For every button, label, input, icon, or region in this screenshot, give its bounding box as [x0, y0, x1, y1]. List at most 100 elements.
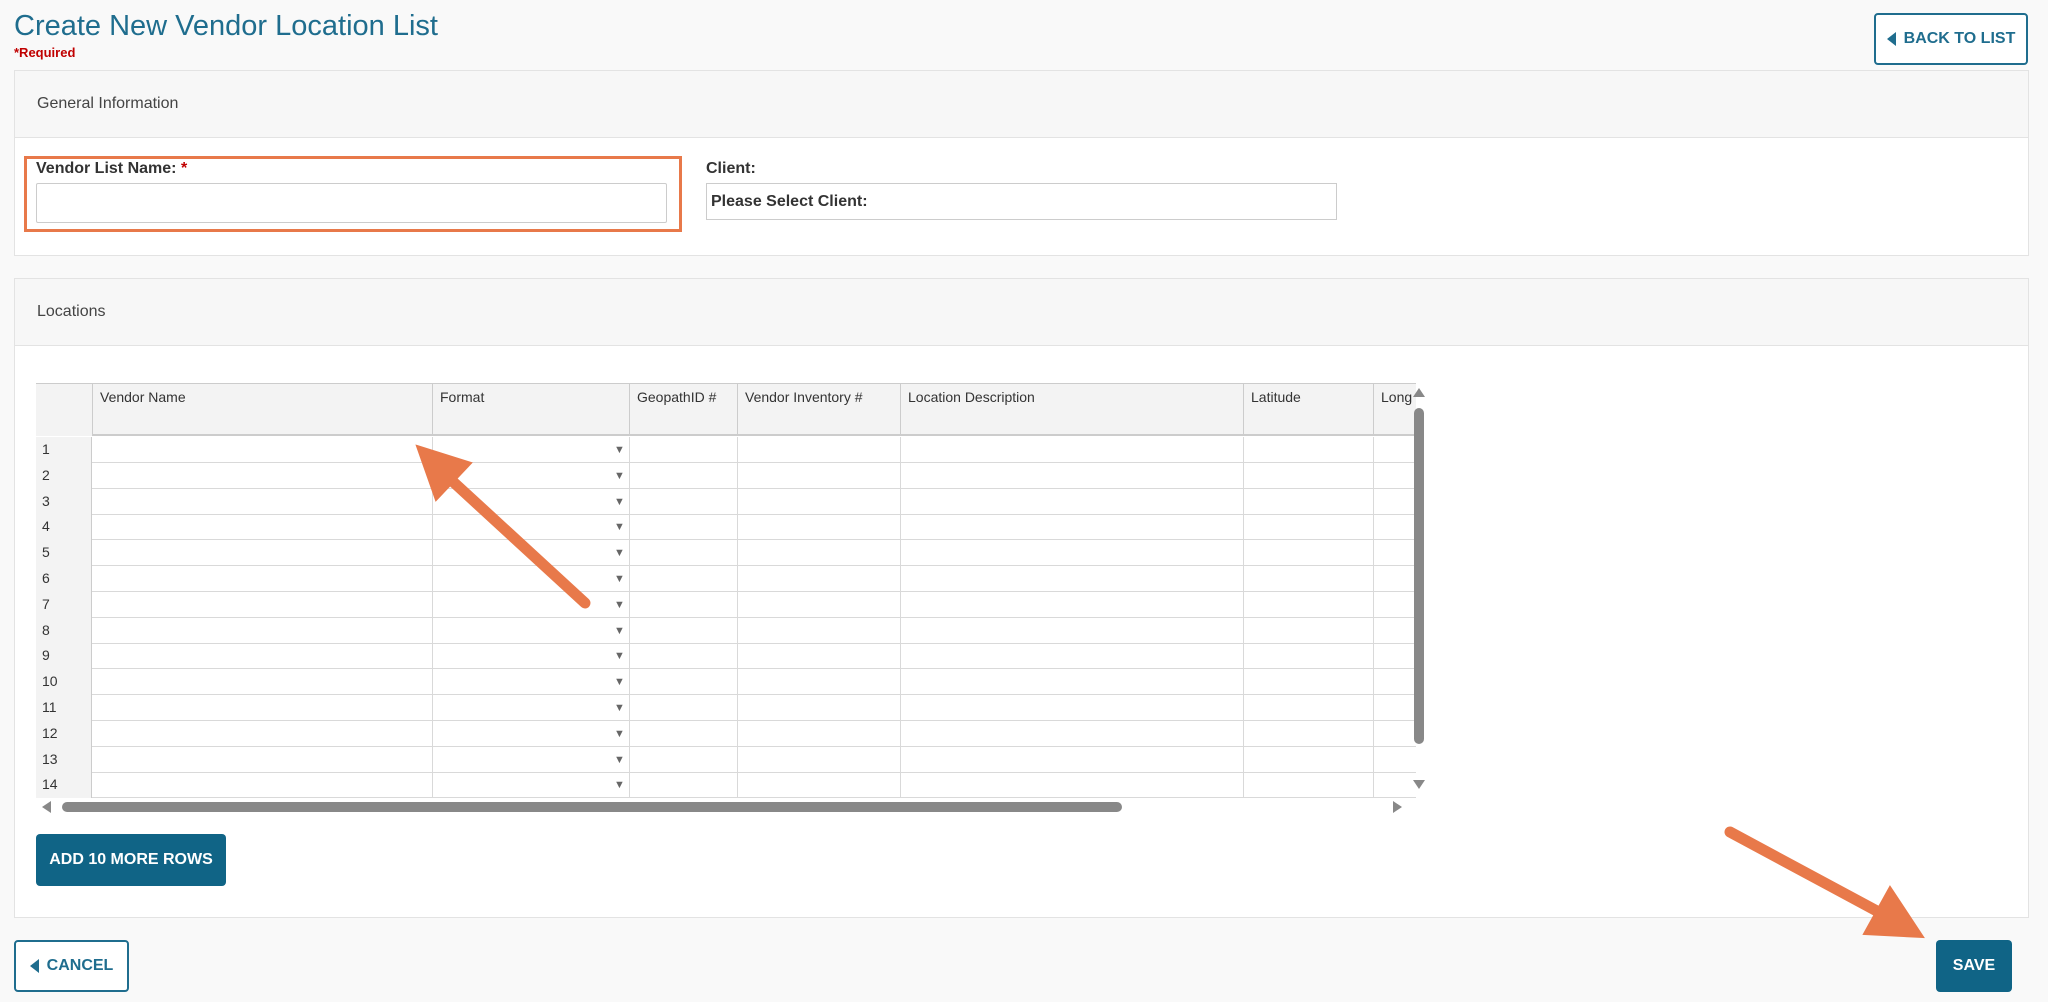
grid-cell[interactable]	[1374, 747, 1428, 773]
grid-cell[interactable]	[738, 746, 901, 773]
grid-cell[interactable]: ▼	[433, 720, 630, 747]
grid-cell[interactable]: ▼	[433, 591, 630, 618]
grid-cell[interactable]: ▼	[433, 488, 630, 515]
grid-cell[interactable]	[93, 669, 433, 696]
grid-cell[interactable]	[630, 566, 738, 592]
grid-cell[interactable]	[738, 437, 901, 463]
grid-cell[interactable]	[93, 540, 433, 567]
dropdown-arrow-icon[interactable]: ▼	[614, 540, 625, 566]
grid-cell[interactable]	[738, 617, 901, 644]
grid-cell[interactable]	[630, 514, 738, 541]
grid-cell[interactable]: ▼	[433, 437, 630, 463]
grid-cell[interactable]	[93, 462, 433, 489]
scroll-up-icon[interactable]	[1413, 388, 1425, 397]
grid-cell[interactable]	[738, 772, 901, 799]
grid-cell[interactable]	[93, 514, 433, 541]
grid-cell[interactable]	[630, 437, 738, 463]
grid-cell[interactable]	[1244, 591, 1374, 618]
grid-cell[interactable]	[901, 437, 1244, 463]
grid-cell[interactable]	[901, 540, 1244, 567]
vendor-list-name-input[interactable]	[36, 183, 667, 223]
grid-cell[interactable]	[901, 746, 1244, 773]
grid-cell[interactable]	[1244, 462, 1374, 489]
column-header-vendor-name[interactable]: Vendor Name	[93, 384, 433, 436]
back-to-list-button[interactable]: BACK TO LIST	[1874, 13, 2028, 65]
column-header-geopath-id[interactable]: GeopathID #	[630, 384, 738, 436]
grid-cell[interactable]	[901, 669, 1244, 696]
dropdown-arrow-icon[interactable]: ▼	[614, 592, 625, 618]
cancel-button[interactable]: CANCEL	[14, 940, 129, 992]
grid-cell[interactable]	[630, 462, 738, 489]
column-header-vendor-inventory[interactable]: Vendor Inventory #	[738, 384, 901, 436]
grid-cell[interactable]	[901, 643, 1244, 670]
grid-cell[interactable]	[901, 462, 1244, 489]
scroll-right-icon[interactable]	[1393, 801, 1402, 813]
grid-cell[interactable]: ▼	[433, 514, 630, 541]
save-button[interactable]: SAVE	[1936, 940, 2012, 992]
grid-cell[interactable]	[901, 566, 1244, 592]
column-header-format[interactable]: Format	[433, 384, 630, 436]
dropdown-arrow-icon[interactable]: ▼	[614, 489, 625, 515]
grid-cell[interactable]	[93, 695, 433, 721]
grid-cell[interactable]	[630, 488, 738, 515]
grid-cell[interactable]	[1244, 540, 1374, 567]
grid-cell[interactable]	[901, 488, 1244, 515]
dropdown-arrow-icon[interactable]: ▼	[614, 747, 625, 773]
grid-cell[interactable]	[630, 772, 738, 799]
grid-cell[interactable]	[738, 695, 901, 721]
grid-cell[interactable]	[630, 591, 738, 618]
grid-cell[interactable]	[738, 462, 901, 489]
grid-cell[interactable]	[1244, 746, 1374, 773]
column-header-latitude[interactable]: Latitude	[1244, 384, 1374, 436]
grid-cell[interactable]	[93, 720, 433, 747]
grid-cell[interactable]	[738, 514, 901, 541]
grid-cell[interactable]	[1244, 437, 1374, 463]
grid-cell[interactable]	[1244, 514, 1374, 541]
grid-cell[interactable]	[630, 643, 738, 670]
grid-cell[interactable]: ▼	[433, 540, 630, 567]
grid-cell[interactable]	[630, 540, 738, 567]
grid-cell[interactable]	[93, 566, 433, 592]
grid-cell[interactable]: ▼	[433, 772, 630, 799]
grid-cell[interactable]	[93, 643, 433, 670]
grid-cell[interactable]	[901, 720, 1244, 747]
add-10-more-rows-button[interactable]: ADD 10 MORE ROWS	[36, 834, 226, 886]
grid-cell[interactable]	[93, 437, 433, 463]
grid-cell[interactable]	[1244, 566, 1374, 592]
grid-cell[interactable]: ▼	[433, 746, 630, 773]
dropdown-arrow-icon[interactable]: ▼	[614, 643, 625, 669]
column-header-location-description[interactable]: Location Description	[901, 384, 1244, 436]
dropdown-arrow-icon[interactable]: ▼	[614, 566, 625, 592]
grid-cell[interactable]	[901, 591, 1244, 618]
grid-cell[interactable]	[1244, 643, 1374, 670]
dropdown-arrow-icon[interactable]: ▼	[614, 669, 625, 695]
locations-grid[interactable]: Vendor Name Format GeopathID # Vendor In…	[36, 383, 1428, 819]
grid-cell[interactable]	[93, 617, 433, 644]
grid-cell[interactable]	[901, 514, 1244, 541]
grid-cell[interactable]	[901, 772, 1244, 799]
grid-cell[interactable]	[630, 720, 738, 747]
scroll-left-icon[interactable]	[42, 801, 51, 813]
grid-cell[interactable]: ▼	[433, 695, 630, 721]
dropdown-arrow-icon[interactable]: ▼	[614, 772, 625, 798]
grid-cell[interactable]	[93, 772, 433, 799]
grid-cell[interactable]	[1244, 617, 1374, 644]
grid-cell[interactable]	[738, 488, 901, 515]
grid-cell[interactable]	[93, 488, 433, 515]
dropdown-arrow-icon[interactable]: ▼	[614, 618, 625, 644]
grid-cell[interactable]	[738, 643, 901, 670]
grid-cell[interactable]	[1244, 720, 1374, 747]
grid-cell[interactable]	[901, 617, 1244, 644]
grid-cell[interactable]	[738, 720, 901, 747]
grid-cell[interactable]: ▼	[433, 617, 630, 644]
grid-cell[interactable]	[93, 746, 433, 773]
grid-cell[interactable]	[738, 566, 901, 592]
grid-cell[interactable]	[630, 695, 738, 721]
dropdown-arrow-icon[interactable]: ▼	[614, 695, 625, 721]
grid-cell[interactable]	[1244, 695, 1374, 721]
grid-cell[interactable]	[630, 669, 738, 696]
grid-cell[interactable]	[93, 591, 433, 618]
client-select[interactable]: Please Select Client:	[706, 183, 1337, 220]
grid-cell[interactable]	[630, 746, 738, 773]
horizontal-scrollbar[interactable]	[62, 802, 1122, 812]
